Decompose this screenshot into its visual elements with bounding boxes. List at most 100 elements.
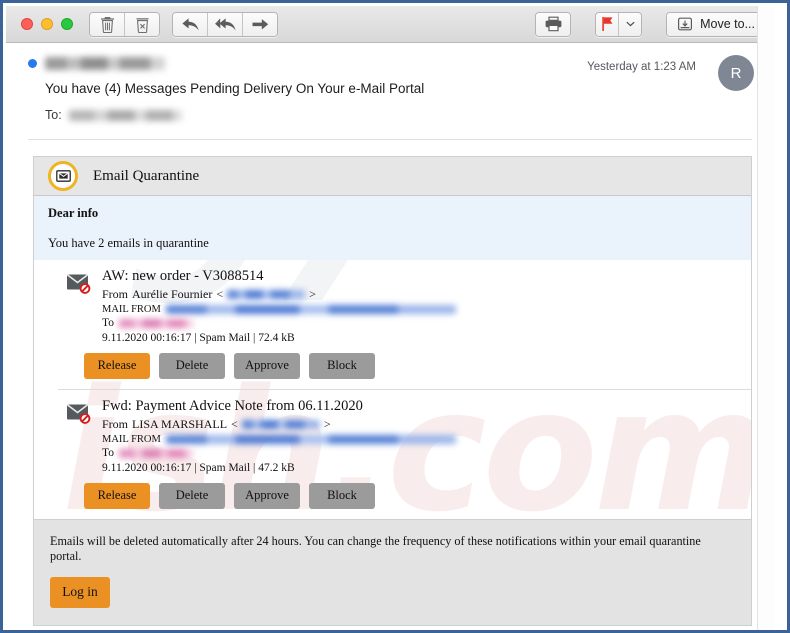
quarantine-item-text: AW: new order - V3088514 From Aurélie Fo… — [102, 266, 751, 344]
quarantine-item-from: From LISA MARSHALL < redacted > — [102, 417, 751, 432]
header-divider — [28, 139, 752, 140]
from-label: From — [102, 287, 129, 301]
quarantine-item-meta: 9.11.2020 00:16:17 | Spam Mail | 47.2 kB — [102, 462, 295, 474]
delete-button[interactable]: Delete — [159, 353, 225, 379]
from-bracket-open: < — [216, 287, 224, 301]
reply-arrow-icon — [181, 17, 199, 30]
from-address[interactable]: redacted — [227, 290, 306, 299]
from-address[interactable]: redacted — [241, 420, 320, 429]
flag-group — [595, 11, 643, 37]
quarantine-item-subject: Fwd: Payment Advice Note from 06.11.2020 — [102, 398, 363, 414]
quarantine-item-mailfrom: MAIL FROM redacted — [102, 304, 751, 315]
from-label: From — [102, 417, 129, 431]
item-to-address[interactable]: redacted — [118, 448, 193, 458]
minimize-window-button[interactable] — [41, 18, 53, 30]
mail-window: Move to... You have (4) Messages Pending… — [6, 6, 774, 630]
blocked-envelope-glyph-icon — [66, 273, 91, 294]
email-brand-header: Email Quarantine — [34, 157, 751, 196]
blocked-envelope-icon — [66, 403, 92, 425]
vertical-scrollbar[interactable] — [757, 6, 774, 630]
item-to-label: To — [102, 447, 114, 459]
delete-button[interactable]: Delete — [159, 483, 225, 509]
avatar: R — [718, 55, 754, 91]
message-subject: You have (4) Messages Pending Delivery O… — [45, 81, 425, 96]
print-button[interactable] — [536, 12, 571, 36]
junk-button[interactable] — [124, 12, 159, 36]
junk-bin-icon — [136, 17, 148, 33]
log-in-button[interactable]: Log in — [50, 577, 110, 608]
forward-arrow-icon — [252, 18, 268, 29]
release-button[interactable]: Release — [84, 353, 150, 379]
quarantine-item-row: AW: new order - V3088514 From Aurélie Fo… — [58, 266, 751, 344]
reply-all-arrow-icon — [214, 17, 236, 30]
blocked-envelope-glyph-icon — [66, 403, 91, 424]
reply-button[interactable] — [173, 12, 207, 36]
zoom-window-button[interactable] — [61, 18, 73, 30]
from-name: Aurélie Fournier — [132, 287, 213, 301]
reply-forward-group — [172, 11, 278, 37]
message-date: Yesterday at 1:23 AM — [587, 61, 696, 73]
email-brand-title: Email Quarantine — [93, 167, 200, 184]
approve-button[interactable]: Approve — [234, 353, 300, 379]
quarantine-item-meta: 9.11.2020 00:16:17 | Spam Mail | 72.4 kB — [102, 332, 295, 344]
item-to-label: To — [102, 317, 114, 329]
quarantine-item-text: Fwd: Payment Advice Note from 06.11.2020… — [102, 396, 751, 474]
message-header: You have (4) Messages Pending Delivery O… — [6, 43, 774, 122]
move-to-folder-icon — [678, 17, 693, 31]
quarantine-item-from: From Aurélie Fournier < redacted > — [102, 287, 751, 302]
quarantine-item-row: Fwd: Payment Advice Note from 06.11.2020… — [58, 396, 751, 474]
quarantine-logo-icon — [48, 161, 78, 191]
move-to-group: Move to... — [666, 11, 766, 37]
recipient-row: To: — [45, 108, 752, 122]
greeting-text: Dear info — [48, 206, 99, 220]
forward-button[interactable] — [242, 12, 277, 36]
mail-from-address[interactable]: redacted — [165, 435, 456, 444]
window-toolbar: Move to... — [6, 6, 774, 43]
chevron-down-icon — [626, 21, 635, 27]
mail-from-label: MAIL FROM — [102, 434, 161, 445]
email-greeting-zone: Dear info You have 2 emails in quarantin… — [34, 196, 751, 260]
email-footer: Emails will be deleted automatically aft… — [34, 519, 751, 625]
release-button[interactable]: Release — [84, 483, 150, 509]
block-button[interactable]: Block — [309, 483, 375, 509]
quarantine-list: AW: new order - V3088514 From Aurélie Fo… — [34, 260, 751, 519]
move-to-label: Move to... — [700, 17, 755, 31]
block-button[interactable]: Block — [309, 353, 375, 379]
quarantine-count-text: You have 2 emails in quarantine — [48, 236, 209, 250]
printer-icon — [545, 16, 562, 32]
from-bracket-close: > — [323, 417, 331, 431]
screenshot-root: Move to... You have (4) Messages Pending… — [0, 0, 790, 633]
approve-button[interactable]: Approve — [234, 483, 300, 509]
move-to-button[interactable]: Move to... — [667, 12, 765, 36]
quarantine-item-actions: Release Delete Approve Block — [84, 353, 751, 379]
to-label: To: — [45, 108, 62, 122]
flag-dropdown-button[interactable] — [618, 12, 642, 36]
toolbar-right-group: Move to... — [535, 11, 766, 37]
item-to-address[interactable]: redacted — [118, 318, 193, 328]
delete-junk-group — [89, 11, 160, 37]
trash-icon — [100, 16, 114, 33]
traffic-light-group — [21, 18, 73, 30]
print-group — [535, 11, 572, 37]
quarantine-item-mailfrom: MAIL FROM redacted — [102, 434, 751, 445]
close-window-button[interactable] — [21, 18, 33, 30]
from-name: LISA MARSHALL — [132, 417, 228, 431]
quarantine-item: Fwd: Payment Advice Note from 06.11.2020… — [58, 389, 751, 519]
quarantine-item-subject: AW: new order - V3088514 — [102, 268, 264, 284]
flag-button[interactable] — [596, 12, 619, 36]
unread-indicator-icon[interactable] — [28, 59, 37, 68]
footer-note: Emails will be deleted automatically aft… — [50, 534, 701, 563]
from-bracket-open: < — [231, 417, 238, 431]
delete-button[interactable] — [90, 12, 124, 36]
flag-icon — [602, 17, 613, 31]
recipient-address — [68, 109, 182, 121]
mail-from-label: MAIL FROM — [102, 304, 161, 315]
from-bracket-close: > — [309, 287, 316, 301]
reply-all-button[interactable] — [207, 12, 242, 36]
quarantine-item-to: To redacted — [102, 447, 751, 459]
quarantine-item: AW: new order - V3088514 From Aurélie Fo… — [58, 260, 751, 389]
mail-from-address[interactable]: redacted — [165, 305, 456, 314]
envelope-glyph-icon — [55, 170, 71, 182]
blocked-envelope-icon — [66, 273, 92, 295]
email-body-container: 97 ish.com Email Quarantine Dear info Yo… — [33, 156, 752, 626]
